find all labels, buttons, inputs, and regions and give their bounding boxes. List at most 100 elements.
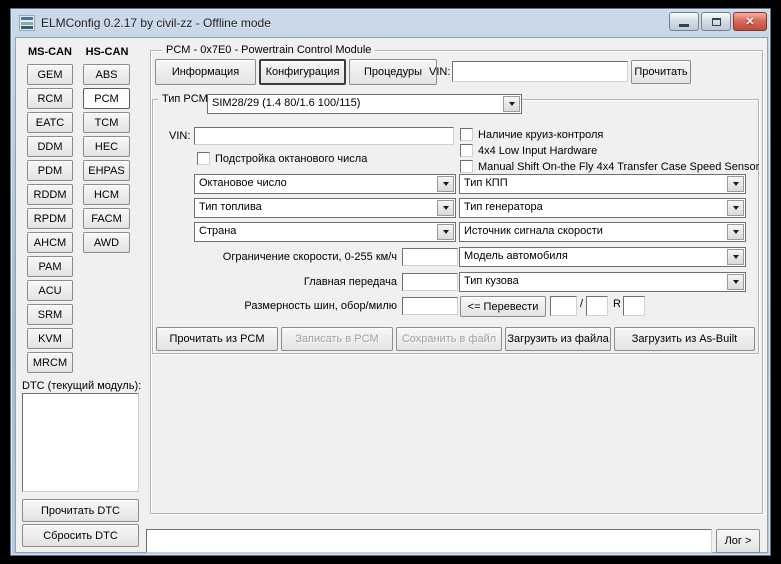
module-button-srm[interactable]: SRM: [27, 304, 73, 325]
dtc-label: DTC (текущий модуль):: [22, 380, 142, 392]
module-button-pcm[interactable]: PCM: [83, 88, 130, 109]
pcm-type-value: SIM28/29 (1.4 80/1.6 100/115): [212, 97, 361, 109]
chevron-down-icon[interactable]: [727, 249, 744, 265]
window-title: ELMConfig 0.2.17 by civil-zz - Offline m…: [41, 16, 271, 30]
tab-information[interactable]: Информация: [155, 59, 256, 85]
close-button[interactable]: ✕: [733, 12, 767, 31]
module-button-ehpas[interactable]: EHPAS: [83, 160, 130, 181]
tire-slash-label: /: [580, 298, 584, 310]
low-4x4-label: 4x4 Low Input Hardware: [478, 145, 598, 157]
chevron-down-icon[interactable]: [727, 224, 744, 240]
write-to-pcm-button: Записать в PCM: [281, 327, 393, 351]
module-button-pam[interactable]: PAM: [27, 256, 73, 277]
gearbox-type-dropdown-value: Тип КПП: [464, 177, 508, 189]
octane-dropdown-value: Октановое число: [199, 177, 287, 189]
chevron-down-icon[interactable]: [437, 176, 454, 192]
fuel-type-dropdown-value: Тип топлива: [199, 201, 262, 213]
cruise-control-checkbox[interactable]: [460, 128, 473, 141]
generator-type-dropdown-value: Тип генератора: [464, 201, 543, 213]
car-model-dropdown[interactable]: Модель автомобиля: [459, 247, 746, 267]
minimize-icon: [679, 24, 689, 27]
save-to-file-button: Сохранить в файл: [396, 327, 502, 351]
module-button-eatc[interactable]: EATC: [27, 112, 73, 133]
minimize-button[interactable]: [669, 12, 699, 31]
read-vin-button[interactable]: Прочитать: [631, 60, 691, 84]
module-button-tcm[interactable]: TCM: [83, 112, 130, 133]
log-input[interactable]: [146, 529, 712, 553]
gearbox-type-dropdown[interactable]: Тип КПП: [459, 174, 746, 194]
hs-can-header: HS-CAN: [85, 46, 129, 58]
car-model-dropdown-value: Модель автомобиля: [464, 250, 568, 262]
tire-r-label: R: [613, 298, 621, 310]
module-button-hec[interactable]: HEC: [83, 136, 130, 157]
read-dtc-button[interactable]: Прочитать DTC: [22, 499, 139, 522]
manual-shift-label: Manual Shift On-the Fly 4x4 Transfer Cas…: [478, 161, 760, 173]
final-drive-input[interactable]: [402, 273, 458, 291]
pcm-groupbox-title: PCM - 0x7E0 - Powertrain Control Module: [162, 44, 376, 56]
final-drive-label: Главная передача: [303, 276, 397, 288]
close-icon: ✕: [745, 16, 755, 28]
octane-adjust-label: Подстройка октанового числа: [215, 153, 368, 165]
generator-type-dropdown[interactable]: Тип генератора: [459, 198, 746, 218]
vin-top-input[interactable]: [452, 61, 628, 82]
module-button-abs[interactable]: ABS: [83, 64, 130, 85]
module-button-mrcm[interactable]: MRCM: [27, 352, 73, 373]
maximize-button[interactable]: [701, 12, 731, 31]
country-dropdown-value: Страна: [199, 225, 237, 237]
title-bar[interactable]: ELMConfig 0.2.17 by civil-zz - Offline m…: [11, 9, 770, 37]
octane-dropdown[interactable]: Октановое число: [194, 174, 456, 194]
cruise-control-label: Наличие круиз-контроля: [478, 129, 604, 141]
octane-adjust-checkbox[interactable]: [197, 152, 210, 165]
module-button-facm[interactable]: FACM: [83, 208, 130, 229]
pcm-type-dropdown[interactable]: SIM28/29 (1.4 80/1.6 100/115): [207, 94, 522, 114]
module-button-gem[interactable]: GEM: [27, 64, 73, 85]
module-button-hcm[interactable]: HCM: [83, 184, 130, 205]
vin-config-label: VIN:: [169, 130, 191, 142]
chevron-down-icon[interactable]: [437, 224, 454, 240]
ms-can-header: MS-CAN: [28, 46, 72, 58]
tab-configuration[interactable]: Конфигурация: [259, 59, 346, 85]
chevron-down-icon[interactable]: [727, 274, 744, 290]
vin-top-label: VIN:: [429, 66, 451, 78]
speed-limit-label: Ограничение скорости, 0-255 км/ч: [222, 251, 397, 263]
fuel-type-dropdown[interactable]: Тип топлива: [194, 198, 456, 218]
module-button-pdm[interactable]: PDM: [27, 160, 73, 181]
load-from-file-button[interactable]: Загрузить из файла: [505, 327, 611, 351]
log-button[interactable]: Лог >: [716, 529, 760, 553]
speed-source-dropdown-value: Источник сигнала скорости: [464, 225, 603, 237]
vin-config-input[interactable]: [194, 127, 454, 145]
manual-shift-checkbox[interactable]: [460, 160, 473, 173]
module-button-ddm[interactable]: DDM: [27, 136, 73, 157]
speed-source-dropdown[interactable]: Источник сигнала скорости: [459, 222, 746, 242]
module-button-acu[interactable]: ACU: [27, 280, 73, 301]
convert-tire-button[interactable]: <= Перевести: [460, 296, 546, 317]
tire-size-label: Размерность шин, обор/милю: [244, 300, 397, 312]
clear-dtc-button[interactable]: Сбросить DTC: [22, 524, 139, 547]
module-button-kvm[interactable]: KVM: [27, 328, 73, 349]
low-4x4-checkbox[interactable]: [460, 144, 473, 157]
module-button-rcm[interactable]: RCM: [27, 88, 73, 109]
body-type-dropdown[interactable]: Тип кузова: [459, 272, 746, 292]
chevron-down-icon[interactable]: [727, 176, 744, 192]
tab-procedures[interactable]: Процедуры: [349, 59, 437, 85]
chevron-down-icon[interactable]: [503, 96, 520, 112]
module-button-ahcm[interactable]: AHCM: [27, 232, 73, 253]
app-icon: [19, 15, 35, 31]
tire-profile-input[interactable]: [586, 296, 608, 316]
read-from-pcm-button[interactable]: Прочитать из PCM: [156, 327, 278, 351]
module-button-rpdm[interactable]: RPDM: [27, 208, 73, 229]
chevron-down-icon[interactable]: [437, 200, 454, 216]
tire-width-input[interactable]: [550, 296, 577, 316]
body-type-dropdown-value: Тип кузова: [464, 275, 519, 287]
module-button-awd[interactable]: AWD: [83, 232, 130, 253]
chevron-down-icon[interactable]: [727, 200, 744, 216]
tire-diameter-input[interactable]: [623, 296, 645, 316]
dtc-listbox[interactable]: [22, 393, 139, 492]
country-dropdown[interactable]: Страна: [194, 222, 456, 242]
speed-limit-input[interactable]: [402, 248, 458, 266]
tire-size-input[interactable]: [402, 297, 458, 315]
load-from-asbuilt-button[interactable]: Загрузить из As-Built: [614, 327, 755, 351]
module-button-rddm[interactable]: RDDM: [27, 184, 73, 205]
client-area: MS-CAN HS-CAN GEM RCM EATC DDM PDM RDDM …: [15, 37, 768, 553]
maximize-icon: [711, 17, 721, 26]
